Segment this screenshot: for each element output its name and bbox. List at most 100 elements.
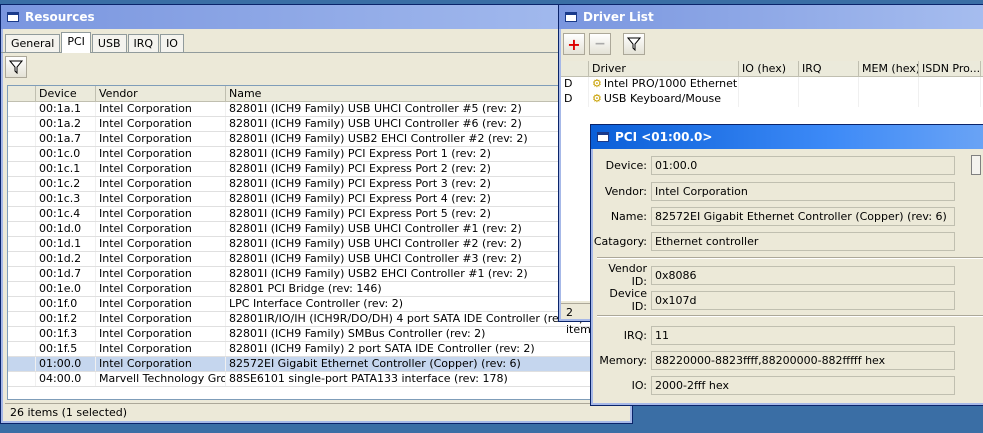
table-row[interactable]: 00:1c.0 Intel Corporation 82801I (ICH9 Fam… [8,147,626,162]
table-cell: 00:1c.3 [36,192,96,206]
window-icon [565,12,577,22]
device-id-field[interactable]: 0x107d [651,290,955,310]
table-cell: Intel Corporation [96,357,226,371]
name-field[interactable]: 82572EI Gigabit Ethernet Controller (Cop… [651,206,955,226]
table-row[interactable]: 00:1d.1 Intel Corporation 82801I (ICH9 Fam… [8,237,626,252]
row-indicator [8,357,36,371]
table-cell [919,77,981,92]
pci-table: Device Vendor Name 00:1a.1 Intel Corporatio… [7,85,627,400]
row-indicator [8,297,36,311]
table-row[interactable]: D ⚙ USB Keyboard/Mouse [561,92,983,107]
column-header-driver[interactable]: Driver [589,61,739,76]
table-cell: 00:1f.2 [36,312,96,326]
table-cell: 01:00.0 [36,357,96,371]
table-cell [739,92,799,107]
pci-detail-title: PCI <01:00.0> [615,130,713,144]
resources-titlebar[interactable]: Resources [1,5,632,29]
memory-field[interactable]: 88220000-8823ffff,88200000-882fffff hex [651,350,955,370]
table-row[interactable]: 00:1f.5 Intel Corporation 82801I (ICH9 Fam… [8,342,626,357]
table-row[interactable]: 00:1f.3 Intel Corporation 82801I (ICH9 Fam… [8,327,626,342]
filter-button[interactable] [623,33,645,55]
column-header-isdn-pro-[interactable]: ISDN Pro... [919,61,981,76]
row-indicator [8,267,36,281]
filter-button[interactable] [5,56,27,78]
table-cell: 00:1c.0 [36,147,96,161]
minus-icon: − [594,36,606,52]
side-button[interactable] [971,155,981,175]
table-row[interactable]: 00:1d.0 Intel Corporation 82801I (ICH9 Fam… [8,222,626,237]
table-row[interactable]: 00:1c.1 Intel Corporation 82801I (ICH9 Fam… [8,162,626,177]
io-row: IO: 2000-2fff hex [591,375,955,395]
category-field[interactable]: Ethernet controller [651,231,955,251]
table-cell: 00:1a.7 [36,132,96,146]
row-indicator [8,312,36,326]
device-row: Device: 01:00.0 [591,155,981,175]
table-cell: 00:1d.2 [36,252,96,266]
table-cell: 88SE6101 single-port PATA133 interface (… [226,372,626,386]
memory-row: Memory: 88220000-8823ffff,88200000-882ff… [591,350,955,370]
pci-detail-titlebar[interactable]: PCI <01:00.0> [591,125,983,149]
table-row[interactable]: 00:1d.2 Intel Corporation 82801I (ICH9 Fam… [8,252,626,267]
irq-field[interactable]: 11 [651,325,955,345]
pci-table-body: 00:1a.1 Intel Corporation 82801I (ICH9 Fam… [8,102,626,387]
tab-irq[interactable]: IRQ [127,34,160,52]
table-row[interactable]: 00:1e.0 Intel Corporation 82801 PCI Bridge… [8,282,626,297]
filter-icon [9,60,23,74]
table-row[interactable]: 00:1a.7 Intel Corporation 82801I (ICH9 Fam… [8,132,626,147]
name-label: Name: [610,209,647,223]
table-row[interactable]: 00:1f.2 Intel Corporation 82801IR/IO/IH (I… [8,312,626,327]
table-cell: Intel Corporation [96,117,226,131]
vendor-label: Vendor: [604,184,647,198]
window-icon [7,12,19,22]
table-row[interactable]: 01:00.0 Intel Corporation 82572EI Gigabit … [8,357,626,372]
column-header-vendor[interactable]: Vendor [96,86,226,101]
window-icon [597,132,609,142]
row-indicator [8,237,36,251]
plus-icon: + [567,34,581,54]
table-row[interactable]: 00:1a.2 Intel Corporation 82801I (ICH9 Fam… [8,117,626,132]
device-id-row: Device ID: 0x107d [591,287,955,313]
table-cell: Intel Corporation [96,222,226,236]
row-indicator-header [8,86,36,101]
table-cell: Intel Corporation [96,207,226,221]
table-row[interactable]: 00:1c.2 Intel Corporation 82801I (ICH9 Fam… [8,177,626,192]
tab-io[interactable]: IO [160,34,184,52]
io-field[interactable]: 2000-2fff hex [651,375,955,395]
table-cell: Intel Corporation [96,252,226,266]
vendor-id-field[interactable]: 0x8086 [651,265,955,285]
remove-button[interactable]: − [589,33,611,55]
row-indicator [8,282,36,296]
category-row: Catagory: Ethernet controller [591,231,955,251]
table-cell: 00:1c.4 [36,207,96,221]
table-row[interactable]: 00:1d.7 Intel Corporation 82801I (ICH9 Fam… [8,267,626,282]
column-header-io-hex-[interactable]: IO (hex) [739,61,799,76]
driver-list-titlebar[interactable]: Driver List [559,5,983,29]
vendor-field[interactable]: Intel Corporation [651,181,955,201]
device-field[interactable]: 01:00.0 [651,155,955,175]
table-cell: 00:1c.1 [36,162,96,176]
tab-pci[interactable]: PCI [61,32,91,53]
table-row[interactable]: 00:1f.0 Intel Corporation LPC Interface Co… [8,297,626,312]
row-indicator [8,222,36,236]
table-cell: 00:1f.3 [36,327,96,341]
flag-header [561,61,589,76]
column-header-irq[interactable]: IRQ [799,61,859,76]
table-row[interactable]: 00:1a.1 Intel Corporation 82801I (ICH9 Fam… [8,102,626,117]
vendor-id-row: Vendor ID: 0x8086 [591,262,955,288]
tab-general[interactable]: General [5,34,61,52]
table-row[interactable]: 04:00.0 Marvell Technology Gro... 88SE6101… [8,372,626,387]
table-cell: 00:1d.0 [36,222,96,236]
resources-window: Resources General PCI USB IRQ IO Device Vendo… [0,4,633,424]
add-button[interactable]: + [563,33,585,55]
driver-table-body: D ⚙ Intel PRO/1000 Ethernet D ⚙ USB Keyboard/… [561,77,983,107]
column-header-mem-hex-[interactable]: MEM (hex) [859,61,919,76]
pci-detail-window: PCI <01:00.0> Device: 01:00.0 Vendor: In… [590,124,983,406]
table-row[interactable]: D ⚙ Intel PRO/1000 Ethernet [561,77,983,92]
table-cell: 00:1d.7 [36,267,96,281]
table-row[interactable]: 00:1c.3 Intel Corporation 82801I (ICH9 Fam… [8,192,626,207]
category-label: Catagory: [593,234,647,248]
row-indicator [8,207,36,221]
tab-usb[interactable]: USB [91,34,127,52]
column-header-device[interactable]: Device [36,86,96,101]
table-row[interactable]: 00:1c.4 Intel Corporation 82801I (ICH9 Fam… [8,207,626,222]
